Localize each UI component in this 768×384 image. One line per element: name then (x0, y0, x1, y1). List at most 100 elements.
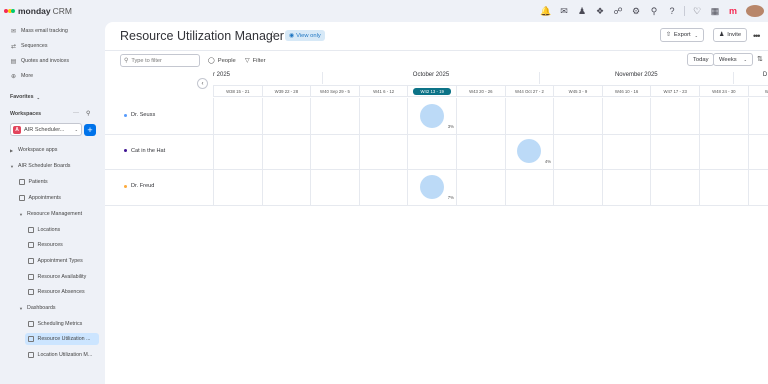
month-label: October 2025 (322, 72, 538, 84)
month-label: D (733, 72, 768, 84)
board-icon (28, 257, 34, 265)
star-icon[interactable]: ☆ (268, 30, 277, 41)
grid-column-line (601, 98, 603, 205)
workspaces-label: Workspaces (10, 111, 42, 117)
invite-button[interactable]: ♟ Invite (713, 28, 748, 42)
more-icon: ⊕ (10, 73, 17, 80)
add-workspace-item-button[interactable]: + (84, 124, 96, 136)
week-label: W47 17 - 23 (650, 85, 699, 97)
sidebar-item-mass-email[interactable]: ✉ Mass email tracking (10, 25, 114, 37)
sidebar-item-label: Dashboards (27, 305, 56, 311)
utilization-percent: 7% (447, 194, 454, 200)
sidebar-item-label: Resource Availability (37, 274, 87, 280)
sidebar-item-quotes[interactable]: ▤ Quotes and invoices (10, 55, 114, 67)
week-label: W42 13 - 19 (407, 85, 456, 97)
settings-icon[interactable]: ⚙ (627, 6, 645, 17)
sidebar-item-label: Sequences (21, 43, 48, 49)
workspace-options-icon[interactable]: ··· (73, 110, 79, 116)
inbox-icon[interactable]: ✉ (555, 6, 573, 17)
grid-column-line (407, 98, 409, 205)
resource-name: Cat in the Hat (124, 148, 165, 154)
grid-column-line (699, 98, 700, 205)
scale-label: Weeks (719, 56, 737, 63)
board-icon (28, 288, 34, 296)
help-icon[interactable]: ? (663, 6, 681, 16)
brand-name: monday (18, 6, 51, 16)
sequences-icon: ⇄ (10, 43, 17, 50)
invite-members-icon[interactable]: ♟ (573, 6, 591, 17)
row-divider (105, 133, 768, 135)
chevron-down-icon: ▼ (19, 305, 23, 311)
sidebar-item-more[interactable]: ⊕ More (10, 70, 114, 82)
sidebar-item-label: Scheduling Metrics (37, 321, 83, 327)
dashboard-icon (28, 320, 34, 328)
search-icon[interactable]: ⚲ (645, 6, 663, 17)
search-icon: ⚲ (124, 58, 129, 64)
sidebar-item-label: More (21, 73, 34, 79)
week-label: W45 3 - 9 (553, 85, 602, 97)
sort-icon[interactable]: ⇅ (757, 55, 763, 63)
week-label: W43 20 - 26 (456, 85, 505, 97)
person-icon: ◯ (208, 58, 215, 64)
utilization-bubble[interactable] (516, 139, 541, 164)
board-icon (28, 241, 34, 249)
week-label: W44 Oct 27 - 2 (504, 85, 554, 97)
grid-menu-icon[interactable]: ▦ (706, 6, 724, 17)
sidebar-item-label: Appointment Types (37, 258, 83, 264)
sidebar-item-workspace-apps[interactable]: ▶ Workspace apps (10, 144, 114, 156)
today-button[interactable]: Today (687, 53, 715, 66)
search-placeholder: Type to filter (131, 57, 162, 64)
chevron-down-icon: ▼ (10, 163, 14, 169)
sidebar-item-label: Location Utilization M... (37, 352, 93, 358)
sidebar-item-label: Mass email tracking (21, 28, 68, 34)
integrations-icon[interactable]: ☍ (609, 6, 627, 17)
collapse-button[interactable]: ‹ (197, 78, 208, 89)
resource-color-dot (124, 149, 127, 152)
sidebar-item-label: Resources (37, 242, 63, 248)
resource-name: Dr. Freud (124, 183, 154, 189)
app-logo[interactable]: monday CRM (4, 6, 72, 16)
resource-name: Dr. Seuss (124, 112, 155, 118)
resource-color-dot (124, 184, 127, 188)
dashboard-icon (28, 335, 34, 343)
week-label: W48 24 - 30 (699, 85, 748, 97)
resource-name-label: Dr. Seuss (131, 112, 156, 118)
favorites-toggle[interactable]: Favorites ⌄ (10, 91, 114, 103)
monday-logo-icon (4, 8, 15, 15)
chevron-right-icon: ▶ (10, 147, 14, 153)
monday-logo-icon[interactable]: m (724, 6, 742, 16)
sidebar-item-label: Resource Utilization ... (37, 336, 91, 342)
utilization-bubble[interactable] (419, 103, 444, 128)
more-options-icon[interactable]: ••• (753, 31, 761, 41)
workspace-badge: A (13, 125, 21, 134)
filter-button[interactable]: ▽ Filter (245, 54, 266, 67)
search-input[interactable]: ⚲ Type to filter (120, 54, 200, 67)
sidebar-item-resource-utilization[interactable]: Resource Utilization ... (25, 333, 99, 345)
utilization-bubble[interactable] (419, 174, 444, 199)
sidebar-item-label: AIR Scheduler Boards (18, 163, 71, 169)
timeline-header: r 2025 October 2025 November 2025 D W38 15 -… (213, 70, 768, 98)
search-icon[interactable]: ⚲ (86, 110, 90, 117)
apps-icon[interactable]: ❖ (591, 6, 609, 17)
scale-select[interactable]: Weeks ⌄ (713, 53, 753, 66)
grid-column-line (213, 98, 214, 205)
sidebar-item-boards-folder[interactable]: ▼ AIR Scheduler Boards (10, 160, 114, 172)
grid-column-line (456, 98, 457, 205)
filter-icon: ▽ (245, 58, 250, 64)
export-label: Export (673, 32, 691, 38)
resource-color-dot (124, 113, 127, 117)
workspace-selector[interactable]: A AIR Scheduler... ⌄ (10, 123, 82, 136)
bell-icon[interactable]: 🔔 (537, 6, 555, 17)
grid-column-line (553, 98, 555, 205)
week-label: W40 Sep 29 - 5 (310, 85, 359, 97)
sidebar-item-sequences[interactable]: ⇄ Sequences (10, 40, 114, 52)
export-button[interactable]: ⇧ Export ⌄ (660, 28, 704, 42)
today-label: Today (693, 56, 709, 63)
people-filter-button[interactable]: ◯ People (208, 54, 236, 67)
sidebar-item-label: Workspace apps (18, 147, 58, 153)
grid-column-line (310, 98, 312, 205)
heart-icon[interactable]: ♡ (688, 6, 706, 17)
dashboard-icon (28, 351, 34, 359)
avatar[interactable] (746, 5, 764, 17)
grid-column-line (358, 98, 360, 205)
